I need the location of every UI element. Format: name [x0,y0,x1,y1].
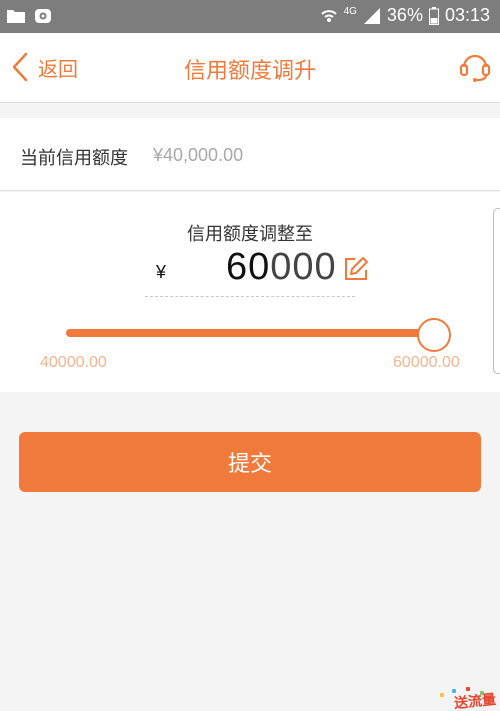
confetti-dot [440,693,444,697]
status-bar: 4G 36% 03:13 [0,0,500,33]
currency-symbol: ¥ [156,262,167,282]
limit-slider-thumb[interactable] [417,318,451,352]
clock: 03:13 [444,5,490,25]
edit-amount-button[interactable] [343,256,369,286]
target-amount-strong: 60 [226,246,271,288]
slider-max-label: 60000.00 [393,354,460,371]
submit-button[interactable]: 提交 [19,432,481,492]
adjust-limit-label: 信用额度调整至 [187,224,313,245]
wifi-icon [320,9,337,22]
confetti-dot [466,687,470,691]
current-limit-value: ¥40,000.00 [153,145,244,165]
signal-icon [363,7,380,24]
headset-icon [459,54,491,82]
promo-text: 送流量 [453,691,497,711]
battery-icon [428,6,439,25]
current-limit-label: 当前信用额度 [20,148,128,169]
folder-icon [7,10,25,23]
side-scroll-edge [493,208,500,374]
page-title: 信用额度调升 [183,59,316,84]
pencil-edit-icon [345,257,368,280]
network-type: 4G [343,6,357,17]
current-limit-row: 当前信用额度 ¥40,000.00 [0,118,500,191]
amount-underline [145,296,355,297]
target-amount-input[interactable]: 60000 [226,246,337,289]
target-amount-weak: 000 [270,246,337,288]
status-bar-right: 4G 36% 03:13 [320,5,490,26]
slider-min-label: 40000.00 [40,354,107,371]
app-notification-icon [35,9,51,23]
battery-percent: 36% [386,5,423,25]
limit-slider-track[interactable] [66,329,436,337]
customer-service-button[interactable] [458,49,492,87]
app-header: 返回 信用额度调升 [0,33,500,103]
adjust-limit-panel: 信用额度调整至 ¥ 60000 40000.00 60000.00 [0,192,500,392]
status-bar-left [6,7,54,25]
